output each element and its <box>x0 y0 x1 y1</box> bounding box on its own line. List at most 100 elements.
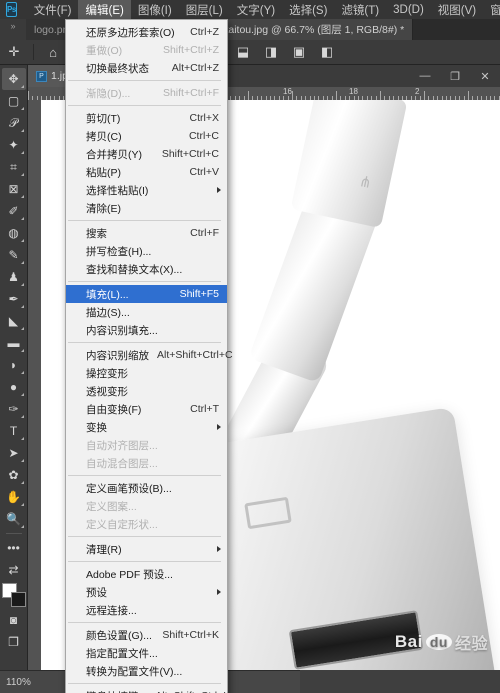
swap-colors-icon[interactable]: ⇄ <box>2 559 26 581</box>
baidu-watermark: Bai du 经验 <box>395 630 488 654</box>
menu-item[interactable]: 变换 <box>66 418 227 436</box>
menubar-item-8[interactable]: 视图(V) <box>431 0 483 21</box>
minimize-button[interactable]: — <box>410 65 440 87</box>
path-selection-tool-icon[interactable]: ➤ <box>2 442 26 464</box>
ruler-label: 16 <box>283 87 292 96</box>
menubar-item-0[interactable]: 文件(F) <box>27 0 79 21</box>
type-tool-icon[interactable]: T <box>2 420 26 442</box>
quick-mask-icon[interactable]: ◙ <box>2 609 26 631</box>
menubar-item-6[interactable]: 滤镜(T) <box>334 0 386 21</box>
blur-tool-icon[interactable]: ◗ <box>2 354 26 376</box>
option-tool-9[interactable]: ▣ <box>285 40 313 65</box>
menu-item-label: 远程连接... <box>86 604 137 617</box>
lasso-tool-icon[interactable]: 𝒫 <box>2 112 26 134</box>
ruler-tick <box>336 91 337 100</box>
menu-item: 渐隐(D)... Shift+Ctrl+F <box>66 84 227 102</box>
file-icon: P <box>36 70 47 82</box>
menu-item[interactable]: 键盘快捷键...Alt+Shift+Ctrl+K <box>66 687 230 693</box>
menu-item[interactable]: 自由变换(F) Ctrl+T <box>66 400 227 418</box>
watermark-du: du <box>425 634 452 650</box>
menu-item-shortcut: Shift+Ctrl+K <box>162 629 219 641</box>
menu-item[interactable]: 清理(R) <box>66 540 227 558</box>
usb-symbol-icon: ⋔ <box>357 172 374 193</box>
menu-item[interactable]: Adobe PDF 预设... <box>66 565 227 583</box>
spot-healing-tool-icon[interactable]: ◍ <box>2 222 26 244</box>
menubar-item-5[interactable]: 选择(S) <box>282 0 334 21</box>
dodge-tool-icon[interactable]: ● <box>2 376 26 398</box>
menu-item[interactable]: 切换最终状态 Alt+Ctrl+Z <box>66 59 227 77</box>
menu-item[interactable]: 查找和替换文本(X)... <box>66 260 227 278</box>
eraser-tool-icon[interactable]: ◣ <box>2 310 26 332</box>
zoom-tool-icon[interactable]: 🔍 <box>2 508 26 530</box>
menu-item-label: 搜索 <box>86 227 107 240</box>
watermark-bai: Bai <box>394 632 423 651</box>
image-usb-connector <box>290 100 408 229</box>
color-swatches[interactable] <box>1 583 26 607</box>
menu-item[interactable]: 粘贴(P) Ctrl+V <box>66 163 227 181</box>
document-tab-label: logo.pn <box>34 23 69 36</box>
shape-tool-icon[interactable]: ✿ <box>2 464 26 486</box>
menu-item-label: 自动混合图层... <box>86 457 158 470</box>
frame-tool-icon[interactable]: ⊠ <box>2 178 26 200</box>
menu-item[interactable]: 填充(L)... Shift+F5 <box>66 285 227 303</box>
move-tool-icon[interactable]: ✥ <box>1 68 26 90</box>
close-button[interactable]: ✕ <box>470 65 500 87</box>
magic-wand-tool-icon[interactable]: ✦ <box>2 134 26 156</box>
vertical-ruler[interactable] <box>28 100 41 670</box>
menu-item-label: 剪切(T) <box>86 112 121 125</box>
menu-item[interactable]: 清除(E) <box>66 199 227 217</box>
menu-item: 定义图案... <box>66 497 227 515</box>
more-tools-icon[interactable]: ••• <box>2 537 26 559</box>
menu-item-label: Adobe PDF 预设... <box>86 568 173 581</box>
menu-item[interactable]: 转换为配置文件(V)... <box>66 662 227 680</box>
menu-item[interactable]: 颜色设置(G)... Shift+Ctrl+K <box>66 626 227 644</box>
menubar-item-9[interactable]: 窗口(W) <box>483 0 500 21</box>
menu-item[interactable]: 定义画笔预设(B)... <box>66 479 227 497</box>
option-tool-10[interactable]: ◧ <box>313 40 341 65</box>
clone-stamp-tool-icon[interactable]: ♟ <box>2 266 26 288</box>
ruler-label: 2 <box>415 87 420 96</box>
menubar-item-7[interactable]: 3D(D) <box>386 1 431 19</box>
menu-item[interactable]: 内容识别缩放 Alt+Shift+Ctrl+C <box>66 346 233 364</box>
gradient-tool-icon[interactable]: ▬ <box>2 332 26 354</box>
horizontal-scrollbar[interactable] <box>300 670 500 693</box>
option-tool-1[interactable]: ⌂ <box>39 40 67 65</box>
screen-mode-icon[interactable]: ❐ <box>2 631 26 653</box>
menubar-item-4[interactable]: 文字(Y) <box>230 0 282 21</box>
marquee-tool-icon[interactable]: ▢ <box>2 90 26 112</box>
menu-item[interactable]: 还原多边形套索(O) Ctrl+Z <box>66 23 227 41</box>
menu-item[interactable]: 预设 <box>66 583 227 601</box>
menu-item[interactable]: 拷贝(C) Ctrl+C <box>66 127 227 145</box>
menu-item[interactable]: 操控变形 <box>66 364 227 382</box>
menu-item[interactable]: 指定配置文件... <box>66 644 227 662</box>
menu-separator <box>68 80 221 81</box>
option-tool-7[interactable]: ⬓ <box>229 40 257 65</box>
hand-tool-icon[interactable]: ✋ <box>2 486 26 508</box>
menu-item: 自动对齐图层... <box>66 436 227 454</box>
menu-item[interactable]: 透视变形 <box>66 382 227 400</box>
menu-item[interactable]: 剪切(T) Ctrl+X <box>66 109 227 127</box>
option-tool-0[interactable]: ✛ <box>0 40 28 65</box>
menu-separator <box>68 342 221 343</box>
collapse-panel-icon[interactable]: » <box>0 19 26 40</box>
menu-item[interactable]: 选择性粘贴(I) <box>66 181 227 199</box>
pen-tool-icon[interactable]: ✑ <box>2 398 26 420</box>
menu-item[interactable]: 搜索 Ctrl+F <box>66 224 227 242</box>
menu-item[interactable]: 合并拷贝(Y) Shift+Ctrl+C <box>66 145 227 163</box>
maximize-button[interactable]: ❐ <box>440 65 470 87</box>
menu-item[interactable]: 远程连接... <box>66 601 227 619</box>
background-color-swatch[interactable] <box>10 592 26 607</box>
zoom-level[interactable]: 110% <box>0 677 62 688</box>
menu-item[interactable]: 内容识别填充... <box>66 321 227 339</box>
menubar-item-1[interactable]: 编辑(E) <box>78 0 131 21</box>
crop-tool-icon[interactable]: ⌗ <box>2 156 26 178</box>
menu-item[interactable]: 描边(S)... <box>66 303 227 321</box>
menu-item[interactable]: 拼写检查(H)... <box>66 242 227 260</box>
eyedropper-tool-icon[interactable]: ✐ <box>2 200 26 222</box>
menubar-item-2[interactable]: 图像(I) <box>131 0 179 21</box>
history-brush-tool-icon[interactable]: ✒ <box>2 288 26 310</box>
option-tool-8[interactable]: ◨ <box>257 40 285 65</box>
menubar-item-3[interactable]: 图层(L) <box>179 0 230 21</box>
brush-tool-icon[interactable]: ✎ <box>2 244 26 266</box>
document-tab[interactable]: taitou.jpg @ 66.7% (图层 1, RGB/8#) * <box>217 19 414 40</box>
